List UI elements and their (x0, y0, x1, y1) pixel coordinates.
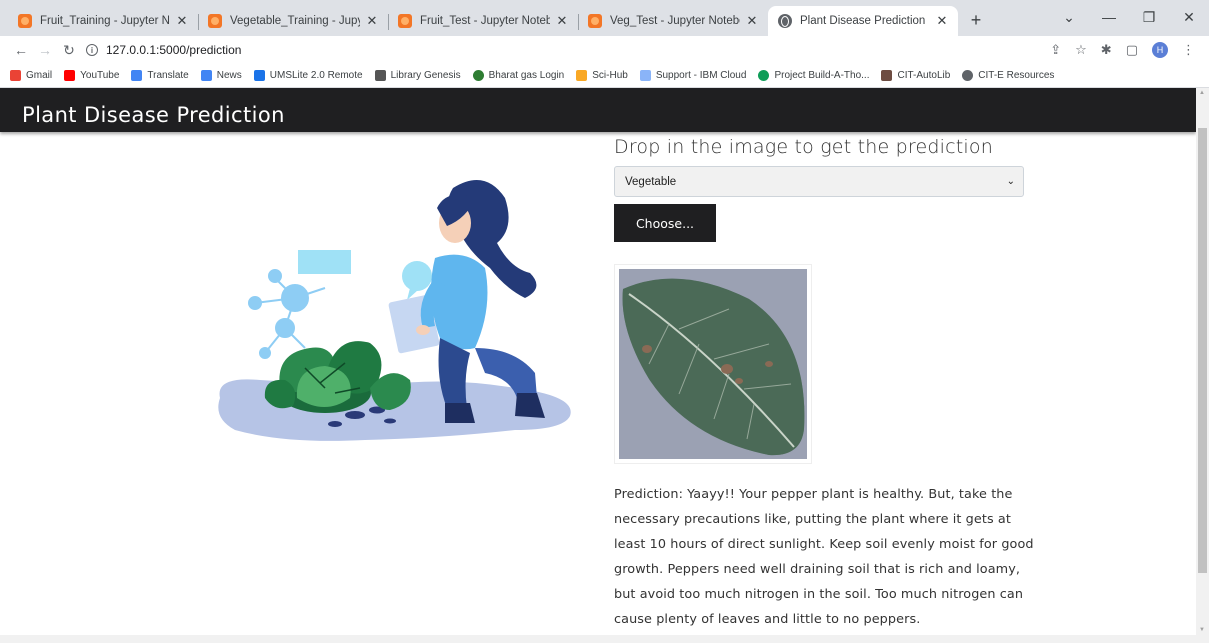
bookmark-translate[interactable]: Translate (131, 70, 189, 81)
tab-fruit-training[interactable]: Fruit_Training - Jupyter Notebook ✕ (8, 6, 198, 36)
window-controls: ⌄ — ❐ ✕ (1049, 0, 1209, 34)
select-value: Vegetable (625, 175, 677, 188)
library-icon (374, 70, 386, 81)
bookmark-label: YouTube (80, 70, 120, 81)
bookmark-youtube[interactable]: YouTube (64, 70, 119, 81)
back-icon[interactable]: ← (10, 42, 32, 58)
youtube-icon (64, 70, 76, 81)
gardener-illustration (218, 180, 571, 441)
close-icon[interactable]: ✕ (554, 13, 570, 29)
bookmark-label: Translate (147, 70, 189, 81)
app-header: Plant Disease Prediction (0, 88, 1196, 132)
url-text[interactable]: 127.0.0.1:5000/prediction (106, 43, 241, 57)
news-icon (200, 70, 212, 81)
menu-icon[interactable]: ⋮ (1182, 42, 1195, 58)
close-window-button[interactable]: ✕ (1169, 9, 1209, 26)
bookmark-label: UMSLite 2.0 Remote (269, 70, 363, 81)
bookmark-label: Bharat gas Login (488, 70, 565, 81)
forward-icon[interactable]: → (34, 42, 56, 58)
bookmark-cit-e-resources[interactable]: CIT-E Resources (962, 70, 1054, 81)
bookmark-library-genesis[interactable]: Library Genesis (374, 70, 461, 81)
toolbar-actions: ⇪ ☆ ✱ ▢ H ⋮ (1050, 36, 1195, 64)
tab-plant-disease-prediction[interactable]: Plant Disease Prediction ✕ (768, 6, 958, 36)
prediction-panel: Drop in the image to get the prediction … (614, 136, 1034, 632)
tab-title: Veg_Test - Jupyter Notebook (610, 15, 740, 27)
tab-veg-test[interactable]: Veg_Test - Jupyter Notebook ✕ (578, 6, 768, 36)
bookmark-label: Library Genesis (390, 70, 461, 81)
globe-icon (778, 14, 792, 28)
bookmark-bharat-gas[interactable]: Bharat gas Login (472, 70, 565, 81)
bookmark-label: CIT-E Resources (978, 70, 1055, 81)
uploaded-image-frame (614, 264, 812, 464)
bookmark-label: Gmail (26, 70, 53, 81)
cloud-icon (639, 70, 651, 81)
share-icon[interactable]: ⇪ (1050, 42, 1061, 58)
gmail-icon (10, 70, 21, 81)
page-viewport: Plant Disease Prediction Drop in the ima… (0, 88, 1196, 635)
project-icon (758, 70, 770, 81)
translate-icon (131, 70, 143, 81)
close-icon[interactable]: ✕ (364, 13, 380, 29)
tab-title: Fruit_Training - Jupyter Notebook (40, 15, 170, 27)
browser-toolbar: ← → ↻ i 127.0.0.1:5000/prediction ⇪ ☆ ✱ … (0, 36, 1209, 64)
jupyter-icon (18, 14, 32, 28)
leaf-image (619, 269, 807, 459)
reload-icon[interactable]: ↻ (58, 42, 80, 59)
prediction-text: Prediction: Yaayy!! Your pepper plant is… (614, 487, 1034, 627)
bookmark-gmail[interactable]: Gmail (10, 70, 52, 81)
bookmark-sci-hub[interactable]: Sci-Hub (576, 70, 628, 81)
bookmark-label: CIT-AutoLib (897, 70, 951, 81)
restore-button[interactable]: ❐ (1129, 9, 1169, 26)
close-icon[interactable]: ✕ (744, 13, 760, 29)
scroll-down-icon[interactable]: ▼ (1199, 627, 1205, 633)
bookmarks-bar: Gmail YouTube Translate News UMSLite 2.0… (0, 64, 1209, 88)
bharat-gas-icon (472, 70, 484, 81)
close-icon[interactable]: ✕ (934, 13, 950, 29)
extensions-icon[interactable]: ✱ (1101, 42, 1112, 58)
jupyter-icon (208, 14, 222, 28)
umslite-icon (253, 70, 265, 81)
bookmark-label: Sci-Hub (592, 70, 628, 81)
bookmark-project-build[interactable]: Project Build-A-Tho... (758, 70, 869, 81)
info-icon[interactable]: i (86, 44, 98, 56)
chevron-down-icon: ⌄ (1006, 176, 1015, 187)
side-panel-icon[interactable]: ▢ (1126, 42, 1138, 58)
jupyter-icon (398, 14, 412, 28)
bookmark-star-icon[interactable]: ☆ (1075, 42, 1087, 58)
drop-heading: Drop in the image to get the prediction (614, 136, 993, 158)
close-icon[interactable]: ✕ (174, 13, 190, 29)
minimize-button[interactable]: — (1089, 9, 1129, 25)
sci-hub-icon (576, 70, 588, 81)
bookmark-label: News (216, 70, 242, 81)
autolib-icon (881, 70, 893, 81)
bookmark-label: Project Build-A-Tho... (774, 70, 870, 81)
tab-title: Fruit_Test - Jupyter Notebook (420, 15, 550, 27)
category-select[interactable]: Vegetable ⌄ (614, 166, 1024, 197)
tab-title: Vegetable_Training - Jupyter Notebook (230, 15, 360, 27)
horizontal-scrollbar[interactable] (0, 635, 1209, 643)
jupyter-icon (588, 14, 602, 28)
bookmark-umslite[interactable]: UMSLite 2.0 Remote (253, 70, 363, 81)
profile-avatar[interactable]: H (1152, 42, 1168, 58)
new-tab-button[interactable]: + (962, 6, 990, 34)
choose-file-button[interactable]: Choose... (614, 204, 716, 242)
bookmark-ibm-cloud[interactable]: Support - IBM Cloud (639, 70, 747, 81)
globe-icon (962, 70, 974, 81)
vertical-scrollbar[interactable]: ▲ ▼ (1196, 88, 1209, 635)
address-bar[interactable]: i 127.0.0.1:5000/prediction (86, 37, 1126, 63)
scrollbar-thumb[interactable] (1198, 128, 1207, 573)
bookmark-label: Support - IBM Cloud (655, 70, 747, 81)
tab-search-icon[interactable]: ⌄ (1049, 9, 1089, 26)
scroll-up-icon[interactable]: ▲ (1199, 90, 1205, 96)
tab-fruit-test[interactable]: Fruit_Test - Jupyter Notebook ✕ (388, 6, 578, 36)
bookmark-news[interactable]: News (200, 70, 242, 81)
page-title: Plant Disease Prediction (22, 103, 285, 127)
tab-strip: Fruit_Training - Jupyter Notebook ✕ Vege… (0, 0, 1209, 36)
tab-title: Plant Disease Prediction (800, 15, 926, 27)
bookmark-cit-autolib[interactable]: CIT-AutoLib (881, 70, 950, 81)
tab-vegetable-training[interactable]: Vegetable_Training - Jupyter Notebook ✕ (198, 6, 388, 36)
